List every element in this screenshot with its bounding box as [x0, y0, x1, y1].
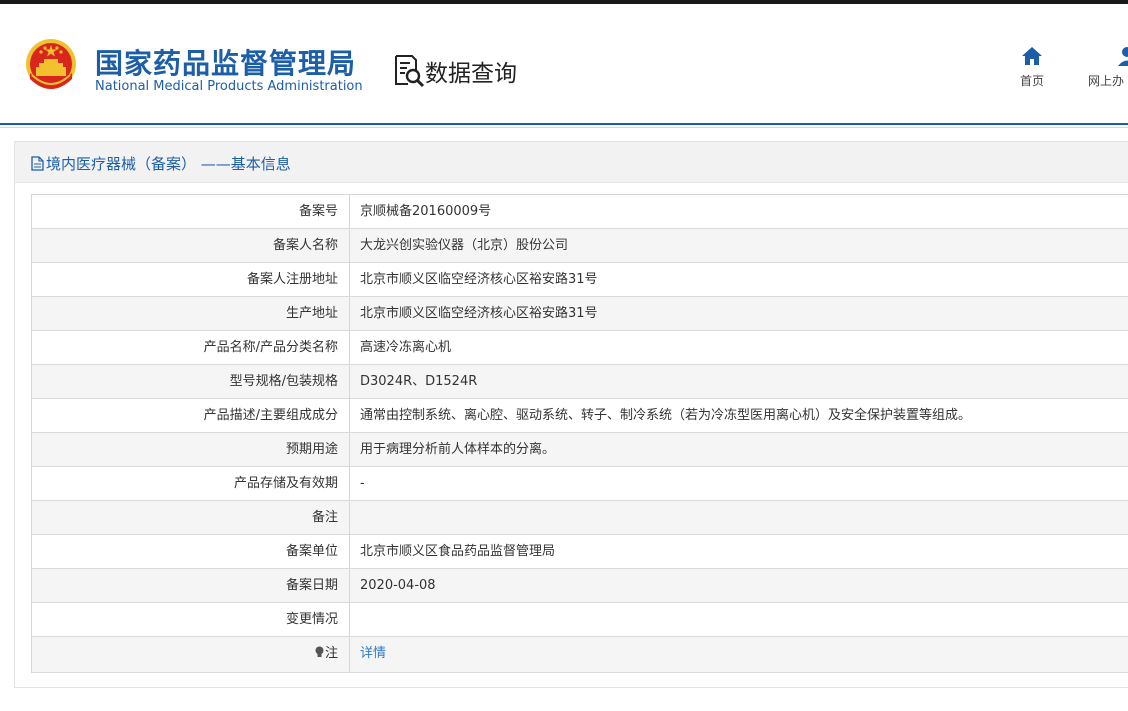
- nav-home-label: 首页: [1019, 74, 1044, 88]
- table-row: 备案单位 北京市顺义区食品药品监督管理局: [32, 535, 1128, 569]
- row-value: 北京市顺义区临空经济核心区裕安路31号: [360, 272, 598, 287]
- table-row: 备案人注册地址 北京市顺义区临空经济核心区裕安路31号: [32, 263, 1128, 297]
- detail-panel: 境内医疗器械（备案） ——基本信息 备案号 京顺械备20160009号 备案人名…: [14, 141, 1128, 688]
- row-value: 用于病理分析前人体样本的分离。: [360, 442, 556, 457]
- row-label: 产品描述/主要组成成分: [32, 399, 350, 432]
- table-row: 备注: [32, 501, 1128, 535]
- row-value: [350, 603, 1128, 636]
- row-value: -: [360, 476, 365, 491]
- section-title: 数据查询: [425, 61, 517, 87]
- panel-title: 境内医疗器械（备案） ——基本信息: [31, 153, 291, 174]
- row-label: 备案人名称: [32, 229, 350, 262]
- nav-home[interactable]: 首页: [1014, 44, 1050, 89]
- row-value: 北京市顺义区临空经济核心区裕安路31号: [360, 306, 598, 321]
- row-value: 北京市顺义区食品药品监督管理局: [360, 544, 556, 559]
- record-table: 备案号 京顺械备20160009号 备案人名称 大龙兴创实验仪器（北京）股份公司…: [31, 194, 1128, 673]
- nav-online-label: 网上办: [1088, 74, 1125, 88]
- row-label: 备案单位: [32, 535, 350, 568]
- panel-title-text: 境内医疗器械（备案） ——基本信息: [46, 155, 291, 173]
- table-row: 备案号 京顺械备20160009号: [32, 195, 1128, 229]
- row-label: 备案号: [32, 195, 350, 228]
- row-label: 产品存储及有效期: [32, 467, 350, 500]
- row-label: 变更情况: [32, 603, 350, 636]
- lightbulb-icon: [315, 646, 324, 657]
- row-label: 产品名称/产品分类名称: [32, 331, 350, 364]
- row-label: 型号规格/包装规格: [32, 365, 350, 398]
- row-value: 京顺械备20160009号: [360, 204, 492, 219]
- site-header: 国家药品监督管理局 National Medical Products Admi…: [0, 4, 1128, 124]
- note-label: 注: [324, 646, 338, 661]
- note-value: 详情: [350, 637, 1128, 672]
- row-value: 通常由控制系统、离心腔、驱动系统、转子、制冷系统（若为冷冻型医用离心机）及安全保…: [360, 408, 972, 423]
- row-label: 备注: [32, 501, 350, 534]
- home-icon: [1022, 47, 1042, 65]
- row-value: 高速冷冻离心机: [360, 340, 452, 355]
- table-row: 产品存储及有效期 -: [32, 467, 1128, 501]
- table-row: 预期用途 用于病理分析前人体样本的分离。: [32, 433, 1128, 467]
- nav-online-service[interactable]: 网上办: [1088, 44, 1128, 89]
- row-label: 备案日期: [32, 569, 350, 602]
- table-row: 产品名称/产品分类名称 高速冷冻离心机: [32, 331, 1128, 365]
- user-icon: [1118, 47, 1128, 66]
- table-row: 备案人名称 大龙兴创实验仪器（北京）股份公司: [32, 229, 1128, 263]
- row-label: 备案人注册地址: [32, 263, 350, 296]
- row-value: 2020-04-08: [360, 578, 436, 593]
- national-emblem-icon[interactable]: [24, 37, 78, 95]
- note-label-cell: 注: [32, 637, 350, 672]
- details-link[interactable]: 详情: [360, 646, 386, 661]
- document-icon: [31, 156, 44, 171]
- row-value: D3024R、D1524R: [360, 374, 478, 389]
- header-divider-thin: [0, 127, 1128, 128]
- document-search-icon: [395, 55, 425, 88]
- row-label: 预期用途: [32, 433, 350, 466]
- panel-header: 境内医疗器械（备案） ——基本信息: [15, 142, 1128, 183]
- row-label: 生产地址: [32, 297, 350, 330]
- table-row: 生产地址 北京市顺义区临空经济核心区裕安路31号: [32, 297, 1128, 331]
- table-row: 备案日期 2020-04-08: [32, 569, 1128, 603]
- table-row: 产品描述/主要组成成分 通常由控制系统、离心腔、驱动系统、转子、制冷系统（若为冷…: [32, 399, 1128, 433]
- table-row: 型号规格/包装规格 D3024R、D1524R: [32, 365, 1128, 399]
- row-value: 大龙兴创实验仪器（北京）股份公司: [360, 238, 569, 253]
- data-query-section: 数据查询: [393, 54, 517, 88]
- org-name-cn[interactable]: 国家药品监督管理局: [95, 42, 356, 82]
- row-value: [350, 501, 1128, 534]
- org-name-en[interactable]: National Medical Products Administration: [95, 79, 363, 94]
- table-row-note: 注 详情: [32, 637, 1128, 673]
- header-divider: [0, 123, 1128, 125]
- table-row: 变更情况: [32, 603, 1128, 637]
